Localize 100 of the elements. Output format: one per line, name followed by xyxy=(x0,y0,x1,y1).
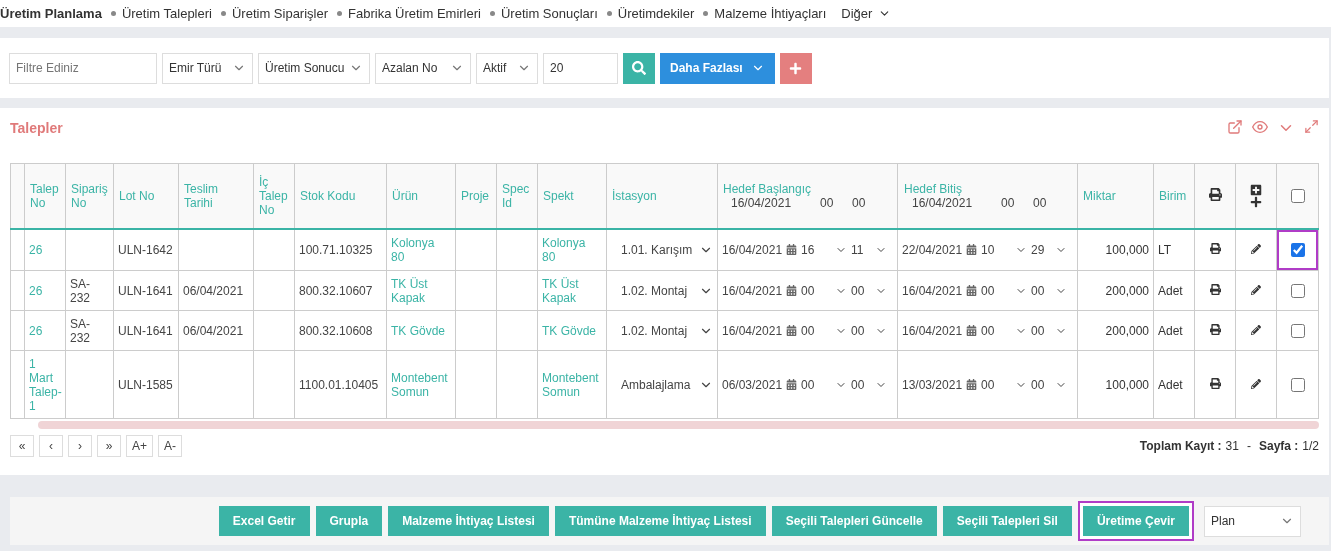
date-value[interactable]: 16/04/2021 xyxy=(722,283,783,298)
minute-select[interactable]: 29 xyxy=(1031,242,1068,257)
hour-filter[interactable]: 00 xyxy=(811,195,843,210)
pager-button[interactable]: A- xyxy=(158,435,182,457)
pager-button[interactable]: » xyxy=(97,435,121,457)
search-button[interactable] xyxy=(623,52,655,84)
nav-link[interactable]: Üretim Talepleri xyxy=(110,6,212,21)
minute-filter[interactable]: 00 xyxy=(1024,195,1047,210)
minute-select[interactable]: 00 xyxy=(851,323,888,338)
date-filter[interactable]: 16/04/2021 xyxy=(731,195,811,210)
calendar-icon[interactable] xyxy=(966,244,978,256)
station-select[interactable]: 1.02. Montaj xyxy=(606,310,718,351)
calendar-icon[interactable] xyxy=(966,325,978,336)
filter-select[interactable]: Aktif xyxy=(476,52,538,84)
row-checkbox[interactable] xyxy=(1290,323,1305,338)
hour-select[interactable]: 00 xyxy=(981,377,1028,392)
station-select[interactable]: 1.01. Karışım xyxy=(606,228,718,271)
pager-button[interactable]: « xyxy=(10,435,34,457)
pencil-icon[interactable] xyxy=(1251,324,1261,335)
table-cell xyxy=(10,310,25,351)
add-row-icon[interactable] xyxy=(1250,183,1262,208)
nav-more-link[interactable]: Diğer xyxy=(841,6,892,21)
minute-filter[interactable]: 00 xyxy=(843,195,866,210)
nav-link[interactable]: Üretim Siparişler xyxy=(220,6,329,21)
hour-select[interactable]: 00 xyxy=(801,377,848,392)
expand-icon[interactable] xyxy=(1304,119,1319,134)
filter-select[interactable]: Azalan No xyxy=(375,52,471,84)
bullet-icon xyxy=(220,11,226,16)
pager-button[interactable]: ‹ xyxy=(39,435,63,457)
pager-button[interactable]: › xyxy=(68,435,92,457)
nav-link[interactable]: Malzeme İhtiyaçları xyxy=(703,6,827,21)
page-value: 1/2 xyxy=(1302,439,1319,453)
date-value[interactable]: 16/04/2021 xyxy=(722,242,783,257)
date-filter[interactable]: 16/04/2021 xyxy=(912,195,992,210)
pager-button[interactable]: A+ xyxy=(126,435,153,457)
date-value[interactable]: 13/03/2021 xyxy=(902,377,963,392)
filter-select[interactable]: Emir Türü xyxy=(162,52,253,84)
scrollbar[interactable] xyxy=(38,421,1319,429)
hour-select[interactable]: 00 xyxy=(801,323,848,338)
station-select[interactable]: Ambalajlama xyxy=(606,350,718,419)
filter-input[interactable]: Filtre Ediniz xyxy=(9,52,157,84)
row-checkbox[interactable] xyxy=(1290,377,1305,392)
minute-select[interactable]: 00 xyxy=(1031,283,1068,298)
calendar-icon[interactable] xyxy=(786,285,798,296)
calendar-icon[interactable] xyxy=(786,379,798,390)
print-icon[interactable] xyxy=(1208,187,1222,201)
column-header[interactable]: Hedef Başlangıç 16/04/2021 00 00 xyxy=(717,163,898,229)
pencil-icon[interactable] xyxy=(1251,243,1261,254)
separator: - xyxy=(1246,439,1251,453)
print-icon[interactable] xyxy=(1209,283,1221,295)
print-icon[interactable] xyxy=(1209,242,1221,254)
hour-select[interactable]: 00 xyxy=(981,283,1028,298)
add-button[interactable] xyxy=(779,52,812,84)
date-value[interactable]: 16/04/2021 xyxy=(722,323,783,338)
hour-select[interactable]: 10 xyxy=(981,242,1028,257)
plan-select[interactable]: Plan xyxy=(1204,505,1301,537)
calendar-icon[interactable] xyxy=(786,244,798,256)
calendar-icon[interactable] xyxy=(966,379,978,390)
print-icon[interactable] xyxy=(1209,323,1221,335)
table-cell xyxy=(496,270,538,311)
station-select[interactable]: 1.02. Montaj xyxy=(606,270,718,311)
minute-select[interactable]: 00 xyxy=(851,283,888,298)
minute-select[interactable]: 00 xyxy=(851,377,888,392)
row-checkbox[interactable] xyxy=(1290,283,1305,298)
table-cell: SA-232 xyxy=(65,270,114,311)
table-cell xyxy=(10,228,25,271)
table-cell xyxy=(253,310,295,351)
calendar-icon[interactable] xyxy=(966,285,978,296)
table-header-cell xyxy=(10,163,25,229)
nav-link[interactable]: Üretim Planlama xyxy=(0,6,102,21)
nav-link[interactable]: Üretimdekiler xyxy=(606,6,695,21)
hour-select[interactable]: 00 xyxy=(801,283,848,298)
minute-select[interactable]: 11 xyxy=(851,242,888,257)
bullet-icon xyxy=(337,11,343,16)
date-value[interactable]: 16/04/2021 xyxy=(902,323,963,338)
nav-link[interactable]: Fabrika Üretim Emirleri xyxy=(337,6,481,21)
filter-select[interactable]: Üretim Sonucu xyxy=(258,52,370,84)
table-cell xyxy=(455,228,497,271)
date-value[interactable]: 16/04/2021 xyxy=(902,283,963,298)
column-header[interactable]: Hedef Bitiş 16/04/2021 00 00 xyxy=(897,163,1078,229)
minute-select[interactable]: 00 xyxy=(1031,323,1068,338)
count-input[interactable]: 20 xyxy=(543,52,618,84)
table-cell xyxy=(253,228,295,271)
pencil-icon[interactable] xyxy=(1251,284,1261,295)
row-checkbox[interactable] xyxy=(1290,242,1305,257)
hour-filter[interactable]: 00 xyxy=(992,195,1024,210)
pencil-icon[interactable] xyxy=(1251,378,1261,389)
table-cell: SA-232 xyxy=(65,310,114,351)
export-icon[interactable] xyxy=(1227,119,1243,135)
table-cell: 100,000 xyxy=(1077,350,1154,419)
nav-link[interactable]: Üretim Sonuçları xyxy=(489,6,598,21)
calendar-icon[interactable] xyxy=(786,325,798,336)
minute-select[interactable]: 00 xyxy=(1031,377,1068,392)
eye-icon[interactable] xyxy=(1252,119,1268,135)
date-value[interactable]: 06/03/2021 xyxy=(722,377,783,392)
select-all-checkbox[interactable] xyxy=(1290,188,1305,203)
print-icon[interactable] xyxy=(1209,377,1221,389)
date-value[interactable]: 22/04/2021 xyxy=(902,242,963,257)
hour-select[interactable]: 16 xyxy=(801,242,848,257)
hour-select[interactable]: 00 xyxy=(981,323,1028,338)
